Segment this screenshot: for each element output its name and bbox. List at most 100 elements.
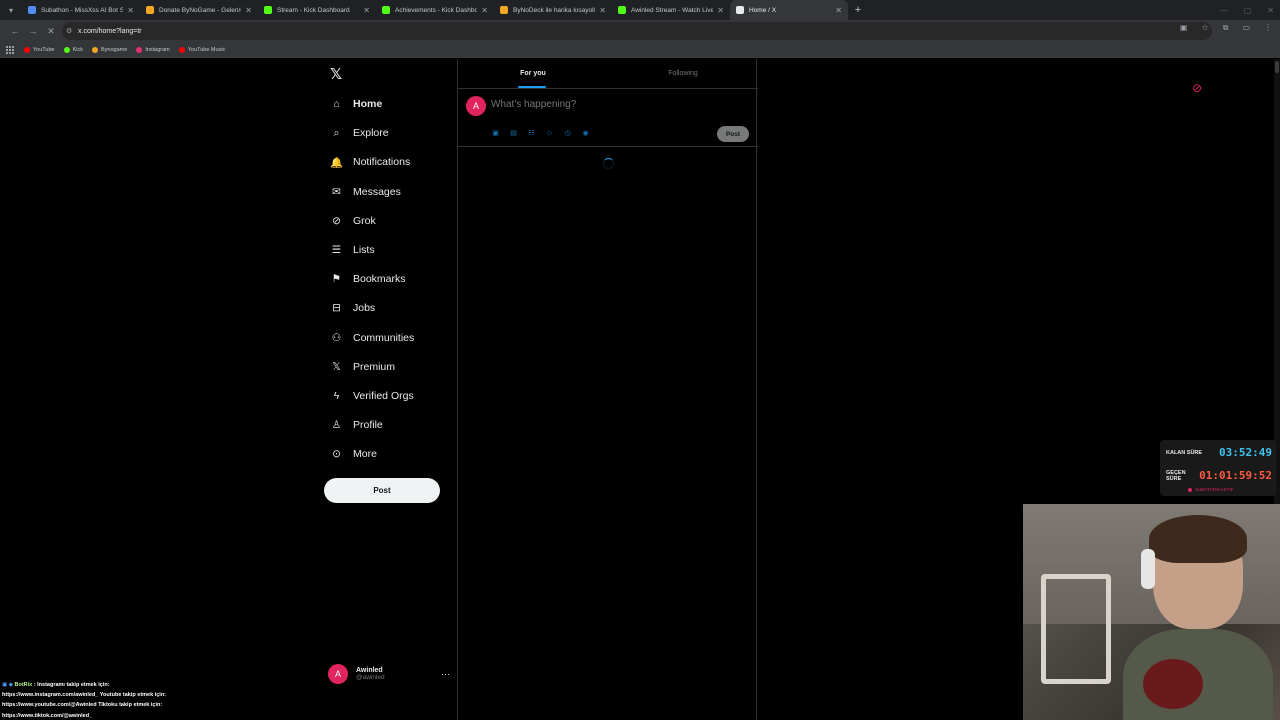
poll-icon[interactable]: ☷ (527, 129, 536, 138)
tab-title: Donate ByNoGame - Gelen/Gi (159, 6, 242, 14)
browser-tab[interactable]: Stream - Kick Dashboard ✕ (258, 0, 376, 20)
tab-following[interactable]: Following (608, 59, 758, 88)
sidebar-item-messages[interactable]: ✉ Messages (330, 181, 401, 203)
chat-line: Instagramı takip etmek için: (37, 682, 110, 688)
bookmark-favicon-icon (136, 46, 143, 53)
maximize-icon[interactable]: ▢ (1244, 6, 1252, 15)
remaining-value: 03:52:49 (1219, 446, 1272, 459)
new-tab-button[interactable]: + (848, 0, 868, 20)
star-icon[interactable]: ☆ (1202, 23, 1209, 33)
address-bar[interactable]: ⚙ x.com/home?lang=tr (62, 22, 1212, 40)
search-icon: ⌕ (333, 126, 340, 139)
bookmark-icon: ⚑ (331, 273, 342, 286)
sidebar-item-label: Jobs (353, 302, 376, 315)
sidebar-item-label: Profile (353, 419, 383, 432)
browser-tab[interactable]: Subathon - MissXss AI Bot Syst ✕ (22, 0, 140, 20)
browser-tab[interactable]: Awinled Stream - Watch Live o ✕ (612, 0, 730, 20)
sidebar-item-lists[interactable]: ☰ Lists (330, 239, 375, 261)
post-composer: A ▣ ▤ ☷ ☺ ◷ ◉ Post (458, 89, 758, 147)
close-window-icon[interactable]: ✕ (1267, 6, 1274, 15)
sidebar-item-bookmarks[interactable]: ⚑ Bookmarks (330, 268, 406, 290)
x-logo-icon[interactable]: 𝕏 (330, 67, 346, 83)
remaining-label: KALAN SÜRE (1166, 449, 1203, 456)
bookmark-item[interactable]: YouTube Music (178, 46, 225, 53)
tab-for-you[interactable]: For you (458, 59, 608, 88)
bookmark-label: Kick (72, 46, 84, 53)
browser-tab[interactable]: Home / X ✕ (730, 0, 848, 20)
sidebar-item-more[interactable]: ⊙ More (330, 443, 377, 465)
close-tab-icon[interactable]: ✕ (481, 6, 488, 15)
account-switcher[interactable]: A Awinled @awinled ··· (328, 662, 450, 686)
close-tab-icon[interactable]: ✕ (363, 6, 370, 15)
tab-title: Subathon - MissXss AI Bot Syst (41, 6, 124, 14)
people-icon: ⚇ (331, 331, 342, 344)
compose-input[interactable] (491, 99, 691, 110)
profile-icon[interactable]: ▭ (1242, 23, 1250, 33)
favicon-icon (500, 6, 508, 14)
browser-tab[interactable]: Achievements - Kick Dashboard✕ (376, 0, 494, 20)
bookmark-item[interactable]: Instagram (136, 46, 170, 53)
minimize-icon[interactable]: — (1220, 6, 1228, 15)
bookmark-favicon-icon (63, 46, 70, 53)
tab-search-icon[interactable]: ▾ (0, 0, 22, 20)
bookmark-item[interactable]: YouTube (24, 46, 55, 53)
more-dots-icon[interactable]: ··· (441, 669, 450, 679)
tab-title: Awinled Stream - Watch Live o (631, 6, 714, 14)
close-tab-icon[interactable]: ✕ (599, 6, 606, 15)
stop-loading-icon[interactable]: ✕ (42, 26, 60, 37)
subathon-timer: KALAN SÜRE 03:52:49 GEÇEN SÜRE 01:01:59:… (1160, 440, 1276, 496)
grok-float-icon[interactable]: ⊘ (1192, 81, 1206, 95)
person-icon: ♙ (331, 419, 342, 432)
site-info-icon[interactable]: ⚙ (66, 27, 72, 35)
sidebar-item-notifications[interactable]: 🔔 Notifications (330, 151, 410, 173)
grok-icon: ⊘ (332, 214, 341, 227)
bookmark-label: Instagram (145, 46, 170, 53)
close-tab-icon[interactable]: ✕ (245, 6, 252, 15)
gif-icon[interactable]: ▤ (509, 129, 518, 138)
favicon-icon (736, 6, 744, 14)
forward-icon[interactable]: → (24, 26, 42, 36)
extensions-icon[interactable]: ⧉ (1223, 23, 1229, 33)
favicon-icon (264, 6, 272, 14)
sidebar-post-button[interactable]: Post (324, 478, 440, 503)
bell-icon: 🔔 (329, 156, 344, 169)
browser-tab[interactable]: ByNoDeck ile harika kısayollar ✕ (494, 0, 612, 20)
sidebar-item-premium[interactable]: 𝕏 Premium (330, 356, 395, 378)
sidebar-item-explore[interactable]: ⌕ Explore (330, 122, 389, 144)
close-tab-icon[interactable]: ✕ (835, 6, 842, 15)
close-tab-icon[interactable]: ✕ (127, 6, 134, 15)
bot-badge-icon: ▣ ◆ (2, 682, 13, 688)
back-icon[interactable]: ← (6, 26, 24, 36)
composer-avatar[interactable]: A (466, 96, 486, 116)
sidebar-item-communities[interactable]: ⚇ Communities (330, 327, 415, 349)
bookmark-item[interactable]: Bynogame (92, 46, 128, 53)
location-icon[interactable]: ◉ (581, 129, 590, 138)
avatar: A (328, 664, 348, 684)
schedule-icon[interactable]: ◷ (563, 129, 572, 138)
tab-title: Home / X (749, 6, 777, 14)
sidebar-item-home[interactable]: ⌂ Home (330, 93, 382, 115)
bookmark-item[interactable]: Kick (63, 46, 84, 53)
bookmark-label: Bynogame (101, 46, 128, 53)
translate-icon[interactable]: ▣ (1180, 23, 1188, 33)
sidebar-item-verified-orgs[interactable]: ϟ Verified Orgs (330, 385, 414, 407)
menu-dots-icon[interactable]: ⋮ (1264, 23, 1272, 33)
sidebar-item-jobs[interactable]: ⊟ Jobs (330, 297, 375, 319)
tab-title: ByNoDeck ile harika kısayollar (513, 6, 596, 14)
close-tab-icon[interactable]: ✕ (717, 6, 724, 15)
tab-title: Achievements - Kick Dashboard (395, 6, 478, 14)
emoji-icon[interactable]: ☺ (545, 129, 554, 138)
bookmarks-bar: YouTube Kick Bynogame Instagram YouTube Musi… (0, 42, 1280, 58)
image-icon[interactable]: ▣ (491, 129, 500, 138)
sidebar-item-profile[interactable]: ♙ Profile (330, 414, 383, 436)
feed-tabs: For you Following (458, 59, 758, 89)
more-circle-icon: ⊙ (332, 448, 341, 461)
sidebar-item-label: Communities (353, 331, 415, 344)
bookmark-label: YouTube (33, 46, 55, 53)
main-feed: For you Following A ▣ ▤ ☷ ☺ ◷ ◉ Post (457, 59, 758, 720)
browser-tab[interactable]: Donate ByNoGame - Gelen/Gi ✕ (140, 0, 258, 20)
sidebar-item-label: Premium (353, 360, 396, 373)
compose-post-button[interactable]: Post (717, 126, 749, 142)
sidebar-item-grok[interactable]: ⊘ Grok (330, 210, 376, 232)
apps-grid-icon[interactable] (6, 45, 14, 54)
